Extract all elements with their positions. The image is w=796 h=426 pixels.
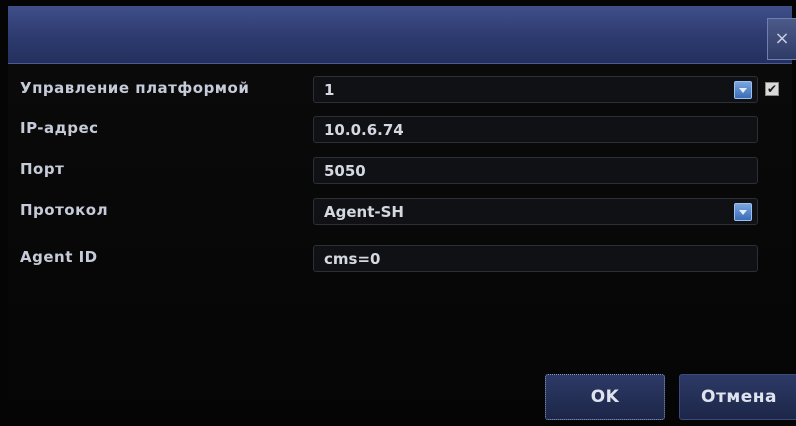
protocol-select[interactable]: Agent-SH <box>313 198 758 225</box>
title-bar <box>8 6 792 64</box>
platform-row: Управление платформой 1 ✔ <box>8 72 792 106</box>
close-icon: × <box>774 28 790 49</box>
platform-value: 1 <box>324 81 335 99</box>
ok-button[interactable]: OK <box>545 374 665 420</box>
platform-label: Управление платформой <box>20 79 250 97</box>
ip-label: IP-адрес <box>20 119 99 137</box>
ip-row: IP-адрес 10.0.6.74 <box>8 112 792 146</box>
cancel-button[interactable]: Отмена <box>679 374 796 420</box>
agent-id-row: Agent ID cms=0 <box>8 241 792 275</box>
chevron-down-icon[interactable] <box>734 203 752 221</box>
platform-settings-dialog: × Управление платформой 1 ✔ IP-адрес 10.… <box>0 0 796 426</box>
protocol-label: Протокол <box>20 201 109 219</box>
close-button[interactable]: × <box>767 18 796 60</box>
agent-id-value: cms=0 <box>324 250 381 268</box>
platform-select[interactable]: 1 <box>313 76 758 103</box>
protocol-value: Agent-SH <box>324 203 404 221</box>
port-row: Порт 5050 <box>8 153 792 187</box>
port-value: 5050 <box>324 162 366 180</box>
protocol-row: Протокол Agent-SH <box>8 194 792 228</box>
dialog-content: Управление платформой 1 ✔ IP-адрес 10.0.… <box>8 64 792 422</box>
port-label: Порт <box>20 160 65 178</box>
ip-value: 10.0.6.74 <box>324 121 404 139</box>
platform-enable-checkbox[interactable]: ✔ <box>765 82 779 96</box>
ip-field[interactable]: 10.0.6.74 <box>313 116 758 143</box>
chevron-down-icon[interactable] <box>734 81 752 99</box>
port-field[interactable]: 5050 <box>313 157 758 184</box>
agent-id-field[interactable]: cms=0 <box>313 245 758 272</box>
agent-id-label: Agent ID <box>20 248 98 266</box>
